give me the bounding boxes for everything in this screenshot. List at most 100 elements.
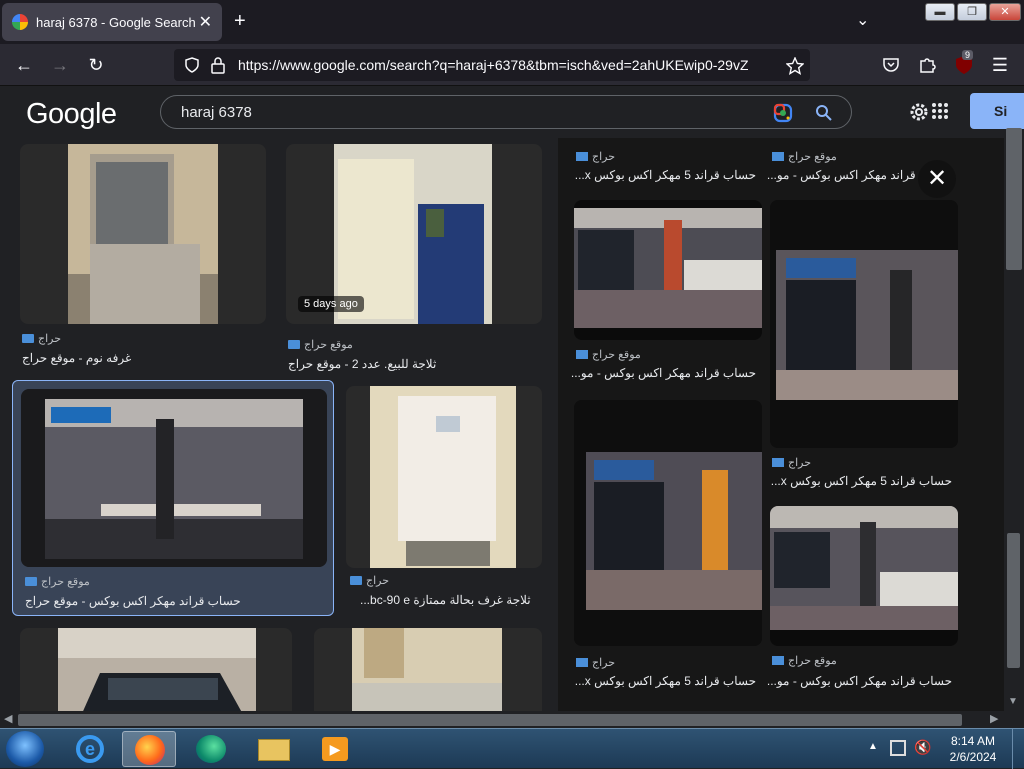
horizontal-scrollbar-thumb[interactable] [18,714,962,726]
panel-item-caption[interactable]: حساب قراند 5 مهكر اكس بوكس x... [766,474,952,488]
forward-arrow-icon[interactable]: → [48,53,72,77]
panel-item-source: موقع حراج [576,348,641,361]
panel-thumbnail[interactable] [574,200,762,340]
start-button[interactable] [6,731,44,767]
search-box[interactable]: haraj 6378 [160,95,852,129]
ublock-extension-icon[interactable]: 9 [954,50,976,76]
panel-item-source: حراج [772,456,811,469]
address-bar[interactable]: https://www.google.com/search?q=haraj+63… [174,49,810,81]
lock-icon[interactable] [210,56,226,74]
result-caption[interactable]: ثلاجة غرف بحالة ممتازة bc-90 e... [360,593,540,607]
result-source: موقع حراج [25,575,90,588]
panel-item-caption[interactable]: حساب قراند مهكر اكس بوكس - مو... [766,674,952,688]
shield-icon[interactable] [184,57,200,73]
panel-thumbnail[interactable] [574,400,762,646]
extension-badge: 9 [962,50,974,60]
result-thumbnail[interactable]: 5 days ago [286,144,542,324]
scroll-right-arrow-icon[interactable]: ▶ [990,712,998,725]
haraj-favicon-icon [25,577,37,586]
haraj-favicon-icon [772,152,784,161]
result-thumbnail[interactable] [21,389,327,567]
haraj-favicon-icon [772,656,784,665]
show-desktop-button[interactable] [1012,729,1024,769]
volume-muted-icon[interactable]: 🔇 [914,739,931,756]
game-screenshot-photo [21,389,327,567]
car-photo [58,628,256,711]
minimize-button[interactable]: ▬ [925,3,955,21]
search-icon[interactable] [815,104,833,122]
firefox-icon[interactable] [122,731,176,767]
google-logo[interactable]: Google [26,98,117,131]
apps-grid-icon[interactable] [932,103,948,119]
page-scrollbar-thumb[interactable] [1006,128,1022,270]
scroll-down-arrow-icon[interactable]: ▼ [1008,696,1018,707]
haraj-favicon-icon [576,658,588,667]
horizontal-scrollbar[interactable]: ◀ ▶ [0,711,1004,728]
result-caption[interactable]: ثلاجة للبيع. عدد 2 - موقع حراج [288,357,538,371]
result-thumbnail[interactable] [346,386,542,568]
pocket-icon[interactable] [882,56,900,74]
reload-icon[interactable]: ↻ [84,53,108,77]
file-explorer-icon[interactable] [246,731,300,767]
panel-item-source: حراج [576,150,615,163]
result-caption[interactable]: غرفه نوم - موقع حراج [22,351,262,365]
clock-date: 2/6/2024 [949,750,997,764]
bookmark-star-icon[interactable] [786,57,804,75]
result-card-selected[interactable]: موقع حراج حساب قراند مهكر اكس بوكس - موق… [12,380,334,616]
room-photo [352,628,502,711]
list-tabs-chevron-icon[interactable]: ⌄ [856,10,869,30]
result-thumbnail[interactable] [20,628,292,711]
dresser-photo [68,144,218,324]
google-lens-icon[interactable] [773,103,793,123]
result-thumbnail[interactable] [314,628,542,711]
panel-item-caption[interactable]: حساب قراند 5 مهكر اكس بوكس x... [570,674,756,688]
scrollbar-thumb[interactable] [1007,533,1020,668]
close-panel-button[interactable]: ✕ [918,160,956,198]
internet-explorer-icon[interactable]: e [62,731,116,767]
result-card[interactable]: حراج غرفه نوم - موقع حراج [20,144,266,374]
result-card[interactable]: 5 days ago موقع حراج ثلاجة للبيع. عدد 2 … [286,144,542,374]
result-card[interactable] [20,628,292,711]
result-card[interactable]: حراج ثلاجة غرف بحالة ممتازة bc-90 e... [346,386,542,616]
extensions-puzzle-icon[interactable] [918,56,936,74]
media-player-icon[interactable]: ▶ [308,731,362,767]
haraj-favicon-icon [576,350,588,359]
panel-item-caption[interactable]: حساب قراند 5 مهكر اكس بوكس x... [570,168,756,182]
edge-icon[interactable] [184,731,238,767]
new-tab-button[interactable]: + [234,10,246,32]
haraj-favicon-icon [350,576,362,585]
image-results-grid: حراج غرفه نوم - موقع حراج 5 days ago موق… [0,138,556,711]
windows-taskbar: e ▶ ▲ 🔇 8:14 AM 2/6/2024 [0,728,1024,769]
haraj-favicon-icon [576,152,588,161]
result-source: موقع حراج [288,338,353,351]
result-thumbnail[interactable] [20,144,266,324]
panel-thumbnail[interactable] [770,506,958,646]
maximize-button[interactable]: ❐ [957,3,987,21]
panel-thumbnail[interactable] [770,200,958,448]
back-arrow-icon[interactable]: ← [12,53,36,77]
panel-item-source: حراج [576,656,615,669]
show-hidden-icons-arrow-icon[interactable]: ▲ [868,741,878,752]
panel-item-source: موقع حراج [772,150,837,163]
result-source: حراج [22,332,61,345]
panel-item-caption[interactable]: حساب قراند مهكر اكس بوكس - مو... [570,366,756,380]
network-icon[interactable] [890,740,906,756]
navigation-toolbar: ← → ↻ https://www.google.com/search?q=ha… [0,44,1024,86]
panel-item-source: موقع حراج [772,654,837,667]
scroll-left-arrow-icon[interactable]: ◀ [4,712,12,725]
url-text: https://www.google.com/search?q=haraj+63… [238,57,748,73]
settings-gear-icon[interactable] [908,101,930,123]
system-clock[interactable]: 8:14 AM 2/6/2024 [940,733,1006,765]
tab-active[interactable]: haraj 6378 - Google Search ✕ [2,3,222,41]
google-header: Google haraj 6378 Si [0,86,1024,138]
result-card[interactable] [314,628,542,711]
haraj-favicon-icon [772,458,784,467]
search-input[interactable]: haraj 6378 [181,104,252,121]
google-favicon-icon [12,14,28,30]
result-source: حراج [350,574,389,587]
sign-in-button[interactable]: Si [970,93,1024,129]
result-caption[interactable]: حساب قراند مهكر اكس بوكس - موقع حراج [25,594,325,608]
close-window-button[interactable]: ✕ [989,3,1021,21]
hamburger-menu-icon[interactable]: ☰ [988,53,1012,77]
close-tab-icon[interactable]: ✕ [199,12,212,32]
